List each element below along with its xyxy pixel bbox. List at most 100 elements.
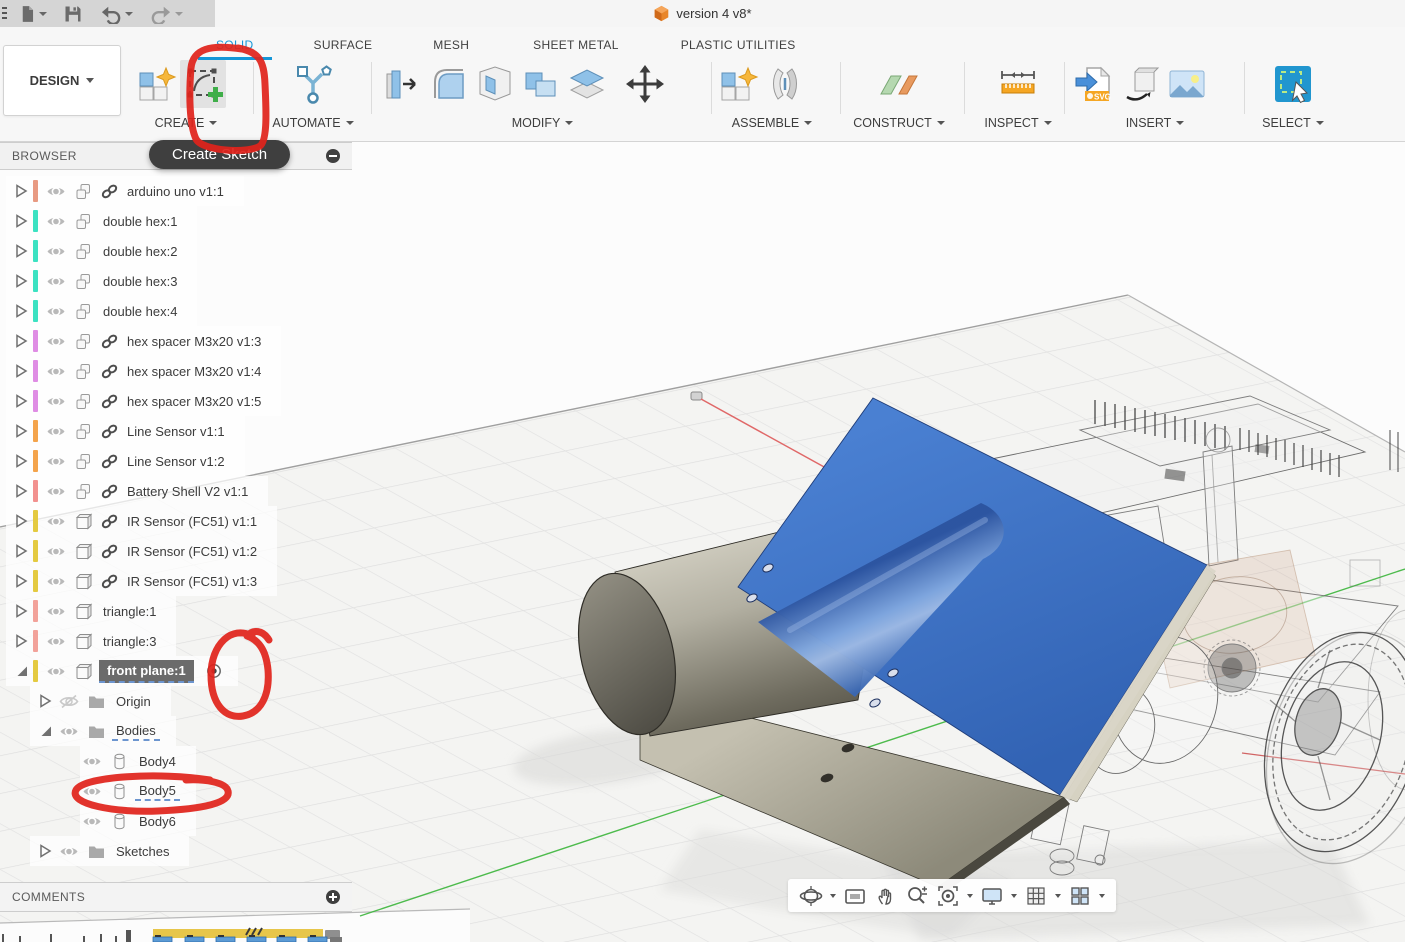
display-caret-icon[interactable] xyxy=(1011,894,1017,898)
expand-arrow-icon[interactable] xyxy=(14,604,29,619)
item-label[interactable]: Line Sensor v1:2 xyxy=(123,453,229,470)
workspace-selector[interactable]: DESIGN xyxy=(3,45,121,116)
item-label[interactable]: Origin xyxy=(112,693,155,710)
browser-tree-item[interactable]: Sketches xyxy=(30,836,189,866)
browser-tree-item[interactable]: Body6 xyxy=(80,806,196,836)
visibility-eye-icon[interactable] xyxy=(80,755,104,768)
fit-caret-icon[interactable] xyxy=(967,894,973,898)
item-label[interactable]: Body6 xyxy=(135,813,180,830)
insert-svg-button[interactable]: SVG xyxy=(1072,60,1118,108)
visibility-eye-icon[interactable] xyxy=(80,785,104,798)
item-label[interactable]: double hex:2 xyxy=(99,243,181,260)
browser-tree-item[interactable]: double hex:1 xyxy=(6,206,197,236)
browser-tree-item[interactable]: Body5 xyxy=(80,776,196,806)
combine-button[interactable] xyxy=(518,60,564,108)
item-label[interactable]: hex spacer M3x20 v1:5 xyxy=(123,393,265,410)
visibility-eye-icon[interactable] xyxy=(44,185,68,198)
item-label[interactable]: Body5 xyxy=(135,782,180,801)
visibility-eye-icon[interactable] xyxy=(44,545,68,558)
browser-tree-item[interactable]: hex spacer M3x20 v1:3 xyxy=(6,326,281,356)
item-label[interactable]: Sketches xyxy=(112,843,173,860)
ribbon-tab[interactable]: SHEET METAL xyxy=(531,33,621,57)
browser-tree-item[interactable]: triangle:1 xyxy=(6,596,176,626)
browser-tree-item[interactable]: double hex:3 xyxy=(6,266,197,296)
fillet-button[interactable] xyxy=(426,60,472,108)
visibility-eye-icon[interactable] xyxy=(44,635,68,648)
viewports-button[interactable] xyxy=(1067,883,1093,909)
expand-arrow-icon[interactable] xyxy=(14,364,29,379)
create-menu[interactable]: CREATE xyxy=(134,116,238,130)
item-label[interactable]: Line Sensor v1:1 xyxy=(123,423,229,440)
item-label[interactable]: triangle:3 xyxy=(99,633,160,650)
orbit-caret-icon[interactable] xyxy=(830,894,836,898)
visibility-eye-icon[interactable] xyxy=(44,485,68,498)
insert-canvas-button[interactable] xyxy=(1164,60,1210,108)
orbit-button[interactable] xyxy=(798,883,824,909)
expand-arrow-icon[interactable] xyxy=(14,574,29,589)
item-label[interactable]: double hex:4 xyxy=(99,303,181,320)
visibility-eye-icon[interactable] xyxy=(44,215,68,228)
select-button[interactable] xyxy=(1270,60,1316,108)
pan-button[interactable] xyxy=(873,883,899,909)
add-comment-button[interactable] xyxy=(326,890,340,904)
expand-arrow-icon[interactable] xyxy=(38,694,53,709)
item-label[interactable]: double hex:3 xyxy=(99,273,181,290)
browser-tree-item[interactable]: double hex:4 xyxy=(6,296,197,326)
expand-arrow-icon[interactable] xyxy=(14,514,29,529)
create-sketch-button[interactable] xyxy=(180,60,226,108)
browser-tree-item[interactable]: front plane:1 xyxy=(6,656,238,686)
browser-tree-item[interactable]: hex spacer M3x20 v1:4 xyxy=(6,356,281,386)
visibility-eye-icon[interactable] xyxy=(44,665,68,678)
measure-button[interactable] xyxy=(995,60,1041,108)
timeline-marker[interactable] xyxy=(126,930,131,942)
item-label[interactable]: Bodies xyxy=(112,722,160,741)
visibility-eye-icon[interactable] xyxy=(44,335,68,348)
ribbon-tab[interactable]: SURFACE xyxy=(312,33,375,57)
item-label[interactable]: front plane:1 xyxy=(99,660,194,683)
automate-button[interactable] xyxy=(290,60,336,108)
expand-arrow-icon[interactable] xyxy=(38,724,53,739)
visibility-eye-icon[interactable] xyxy=(57,845,81,858)
modify-menu[interactable]: MODIFY xyxy=(380,116,705,130)
visibility-eye-icon[interactable] xyxy=(44,395,68,408)
expand-arrow-icon[interactable] xyxy=(14,634,29,649)
item-label[interactable]: IR Sensor (FC51) v1:1 xyxy=(123,513,261,530)
construct-menu[interactable]: CONSTRUCT xyxy=(846,116,952,130)
browser-tree-item[interactable]: Line Sensor v1:1 xyxy=(6,416,245,446)
expand-arrow-icon[interactable] xyxy=(14,664,29,679)
move-copy-button[interactable] xyxy=(622,60,668,108)
application-menu-icon[interactable] xyxy=(2,5,8,23)
visibility-eye-icon[interactable] xyxy=(57,725,81,738)
inspect-menu[interactable]: INSPECT xyxy=(972,116,1064,130)
assemble-new-component-button[interactable] xyxy=(716,60,762,108)
visibility-eye-icon[interactable] xyxy=(44,515,68,528)
browser-tree-item[interactable]: double hex:2 xyxy=(6,236,197,266)
item-label[interactable]: triangle:1 xyxy=(99,603,160,620)
comments-panel[interactable]: COMMENTS xyxy=(0,882,352,912)
grid-snaps-button[interactable] xyxy=(1023,883,1049,909)
visibility-eye-icon[interactable] xyxy=(44,305,68,318)
browser-tree-item[interactable]: hex spacer M3x20 v1:5 xyxy=(6,386,281,416)
expand-arrow-icon[interactable] xyxy=(14,214,29,229)
item-label[interactable]: Battery Shell V2 v1:1 xyxy=(123,483,252,500)
visibility-eye-icon[interactable] xyxy=(44,425,68,438)
fit-button[interactable] xyxy=(935,883,961,909)
item-label[interactable]: double hex:1 xyxy=(99,213,181,230)
press-pull-button[interactable] xyxy=(380,60,426,108)
activate-component-radio[interactable] xyxy=(206,663,222,679)
visibility-eye-icon[interactable] xyxy=(80,815,104,828)
expand-arrow-icon[interactable] xyxy=(14,394,29,409)
item-label[interactable]: arduino uno v1:1 xyxy=(123,183,228,200)
expand-arrow-icon[interactable] xyxy=(14,304,29,319)
redo-button[interactable] xyxy=(143,0,189,27)
item-label[interactable]: hex spacer M3x20 v1:3 xyxy=(123,333,265,350)
display-settings-button[interactable] xyxy=(979,883,1005,909)
offset-face-button[interactable] xyxy=(564,60,610,108)
expand-arrow-icon[interactable] xyxy=(14,484,29,499)
save-button[interactable] xyxy=(57,0,89,27)
visibility-eye-icon[interactable] xyxy=(44,455,68,468)
browser-tree-item[interactable]: Bodies xyxy=(30,716,176,746)
browser-tree-item[interactable]: arduino uno v1:1 xyxy=(6,176,244,206)
timeline[interactable] xyxy=(0,926,360,942)
browser-collapse-button[interactable] xyxy=(326,149,340,163)
